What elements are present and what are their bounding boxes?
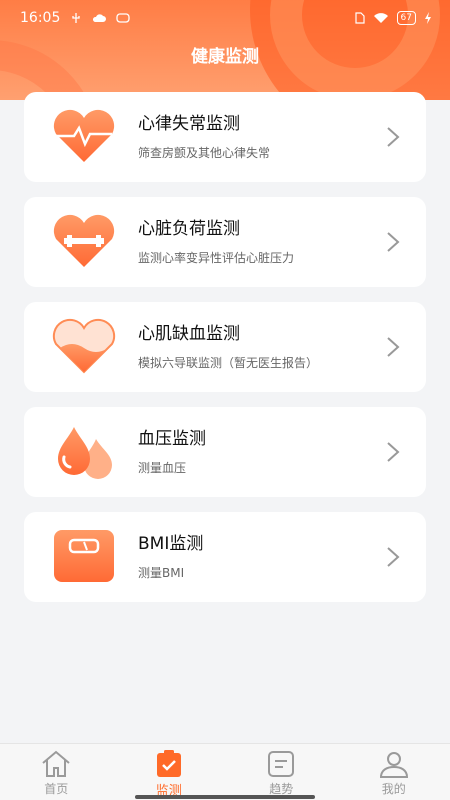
heart-pulse-icon [53,109,115,162]
tab-home[interactable]: 首页 [0,744,113,800]
card-title: 心脏负荷监测 [138,219,240,239]
message-icon [116,13,131,23]
tab-label: 首页 [44,782,69,796]
chevron-right-icon [387,442,400,462]
heart-half-filled-icon [52,318,116,374]
tab-trend[interactable]: 趋势 [225,744,338,800]
chevron-right-icon [387,547,400,567]
chevron-right-icon [387,232,400,252]
card-description: 监测心率变异性评估心脏压力 [138,251,295,265]
battery-indicator: 67 [396,11,416,25]
card-description: 测量BMI [138,566,185,580]
page-title: 健康监测 [191,47,259,67]
card-description: 测量血压 [138,461,187,475]
tab-mine[interactable]: 我的 [338,744,450,800]
chevron-right-icon [387,337,400,357]
scale-icon [54,530,114,582]
heart-dumbbell-icon [53,214,115,267]
card-title: BMI监测 [138,534,204,554]
clipboard-check-icon [156,750,181,777]
monitor-list: 心律失常监测 筛查房颤及其他心律失常 心脏负荷监测 监测心率变异性评估心脏压力 … [24,92,426,617]
card-arrhythmia[interactable]: 心律失常监测 筛查房颤及其他心律失常 [24,92,426,182]
status-bar: 16:05 67 [0,0,450,36]
card-cardiac-load[interactable]: 心脏负荷监测 监测心率变异性评估心脏压力 [24,197,426,287]
card-description: 筛查房颤及其他心律失常 [138,146,271,160]
charging-icon [425,12,431,24]
card-bmi[interactable]: BMI监测 测量BMI [24,512,426,602]
home-indicator[interactable] [135,795,315,799]
trend-list-icon [268,751,295,777]
tab-monitor[interactable]: 监测 [113,744,226,800]
card-title: 血压监测 [138,429,206,449]
bottom-tab-bar: 首页 监测 趋势 我的 [0,743,450,800]
wifi-icon [373,13,388,23]
sim-icon [354,12,365,24]
cloud-icon [93,14,107,22]
usb-icon [72,13,81,23]
tab-label: 我的 [381,782,406,796]
blood-drops-icon [58,427,112,479]
chevron-right-icon [387,127,400,147]
user-icon [379,752,408,778]
card-title: 心律失常监测 [138,114,240,134]
card-description: 模拟六导联监测（暂无医生报告） [138,356,319,370]
card-title: 心肌缺血监测 [138,324,240,344]
home-icon [42,750,70,777]
card-ischemia[interactable]: 心肌缺血监测 模拟六导联监测（暂无医生报告） [24,302,426,392]
status-time: 16:05 [20,10,61,26]
card-blood-pressure[interactable]: 血压监测 测量血压 [24,407,426,497]
